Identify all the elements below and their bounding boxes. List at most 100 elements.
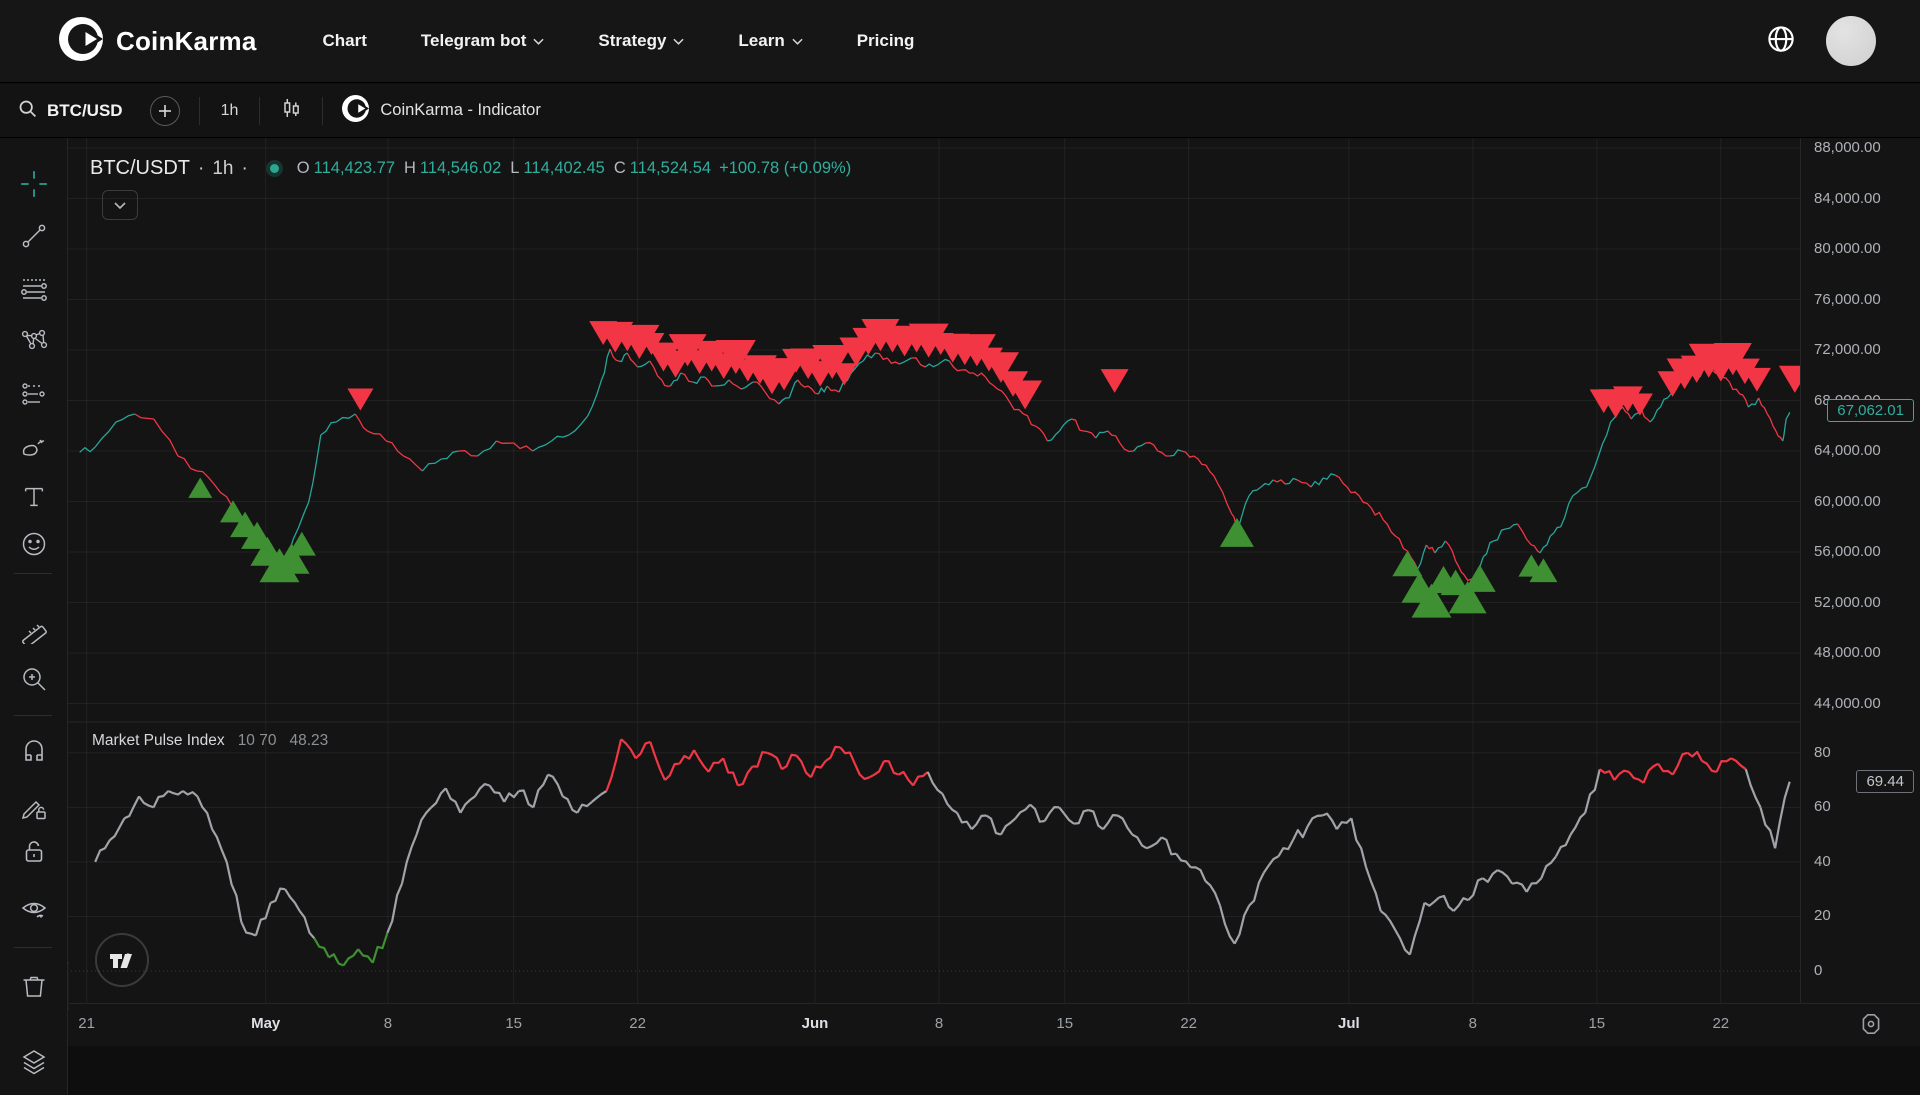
time-axis-settings-icon[interactable] [1858,1011,1884,1042]
mpi-line-segment [344,949,359,965]
time-axis[interactable]: 21May81522Jun81522Jul81522 [67,1003,1920,1046]
legend-collapse-button[interactable] [102,190,138,220]
fib-retracement-icon [20,275,48,303]
tool-magnet[interactable] [14,736,54,770]
time-tick-label: Jun [802,1015,829,1032]
price-line-segment [602,349,611,380]
mpi-line-segment [475,784,490,796]
mpi-line-segment [1600,769,1615,780]
tool-text[interactable] [14,480,54,514]
interval-button[interactable]: 1h [219,102,241,120]
search-icon[interactable] [17,98,38,124]
price-line-segment [798,380,808,387]
globe-icon[interactable] [1766,24,1796,59]
price-tick-label: 80,000.00 [1814,240,1881,257]
price-axis[interactable]: 88,000.0084,000.0080,000.0076,000.0072,0… [1800,138,1920,1003]
mpi-line-segment [271,889,286,903]
mpi-line-segment [1673,753,1688,775]
nav-item-telegram-bot[interactable]: Telegram bot [421,31,544,51]
nav-item-chart[interactable]: Chart [323,31,367,51]
price-line-segment [1786,412,1790,419]
tool-hide-drawings[interactable] [14,893,54,927]
price-tick-label: 64,000.00 [1814,442,1881,459]
high-value: 114,546.02 [420,159,501,178]
symbol-search[interactable]: BTC/USD [47,101,123,121]
compare-add-button[interactable] [150,96,180,126]
tool-lock-all[interactable] [14,835,54,869]
mpi-line-segment [753,752,768,766]
price-line-segment [638,361,650,367]
tool-emoji[interactable] [14,527,54,561]
nav-item-strategy[interactable]: Strategy [598,31,684,51]
nav-item-label: Strategy [598,31,666,51]
price-line-segment [741,382,753,389]
tool-brush[interactable] [14,429,54,463]
tool-draw-lock[interactable] [14,791,54,825]
tool-forecast[interactable] [14,377,54,411]
mpi-line-segment [972,816,987,830]
tool-xabcd-pattern[interactable] [14,323,54,357]
price-line-segment [1650,407,1660,422]
indicator-status-dot[interactable] [270,164,279,173]
close-label: C [614,159,626,178]
time-tick-label: 22 [1180,1015,1197,1032]
nav-item-learn[interactable]: Learn [738,31,802,51]
text-icon [21,484,47,510]
price-line-segment [1518,524,1532,545]
mpi-line-segment [796,756,811,778]
price-line-segment [961,370,973,373]
tool-crosshair[interactable] [14,167,54,201]
chart-area[interactable]: BTC/USDT · 1h · O114,423.77 H114,546.02 … [0,138,1920,1046]
price-line-segment [1494,529,1506,541]
tool-ruler[interactable] [14,613,54,647]
open-value: 114,423.77 [314,159,395,178]
price-tick-label: 76,000.00 [1814,291,1881,308]
nav-item-label: Pricing [857,31,915,51]
mpi-line-segment [826,747,841,761]
price-line-segment [569,416,588,435]
chart-canvas[interactable] [0,138,1920,1046]
xabcd-pattern-icon [20,326,48,354]
price-line-segment [514,443,533,451]
price-line-segment [753,382,765,392]
tool-fib-retracement[interactable] [14,272,54,306]
price-line-segment [422,459,441,471]
tool-object-tree[interactable] [14,1045,54,1079]
tool-trend-line[interactable] [14,219,54,253]
mpi-line-segment [387,884,402,933]
price-line-segment [1285,479,1297,485]
mpi-line-segment [227,862,242,922]
price-line-segment [1783,419,1786,441]
price-line-segment [1776,431,1783,441]
chart-style-icon[interactable] [279,96,303,125]
price-line-segment [875,353,887,359]
mpi-line-segment [1658,764,1673,775]
mpi-line-segment [139,796,154,807]
brand[interactable]: CoinKarma [59,17,257,66]
nav-item-pricing[interactable]: Pricing [857,31,915,51]
mpi-line-segment [694,750,709,772]
toolbar-divider [14,947,52,948]
mpi-value: 48.23 [289,732,328,750]
mpi-line-segment [446,788,461,813]
user-avatar[interactable] [1826,16,1876,66]
price-line-segment [552,435,569,441]
mpi-line-segment [1264,856,1279,872]
price-line-segment [1371,508,1383,520]
chevron-down-icon [533,38,544,45]
indicator-button[interactable]: CoinKarma - Indicator [342,95,540,127]
tool-zoom-in[interactable] [14,662,54,696]
price-line-segment [478,441,497,456]
mpi-line-segment [1381,911,1396,930]
tool-remove-drawings[interactable] [14,969,54,1003]
mpi-line-segment [504,791,519,802]
tradingview-logo-icon[interactable] [95,933,149,987]
time-tick-label: 8 [1469,1015,1477,1032]
price-line-segment [662,380,671,386]
mpi-line-segment [314,938,329,957]
buy-signal-marker [188,478,212,498]
price-tick-label: 56,000.00 [1814,543,1881,560]
sell-signal-marker [831,363,857,385]
mpi-line-segment [1366,867,1381,911]
crosshair-icon [19,169,49,199]
